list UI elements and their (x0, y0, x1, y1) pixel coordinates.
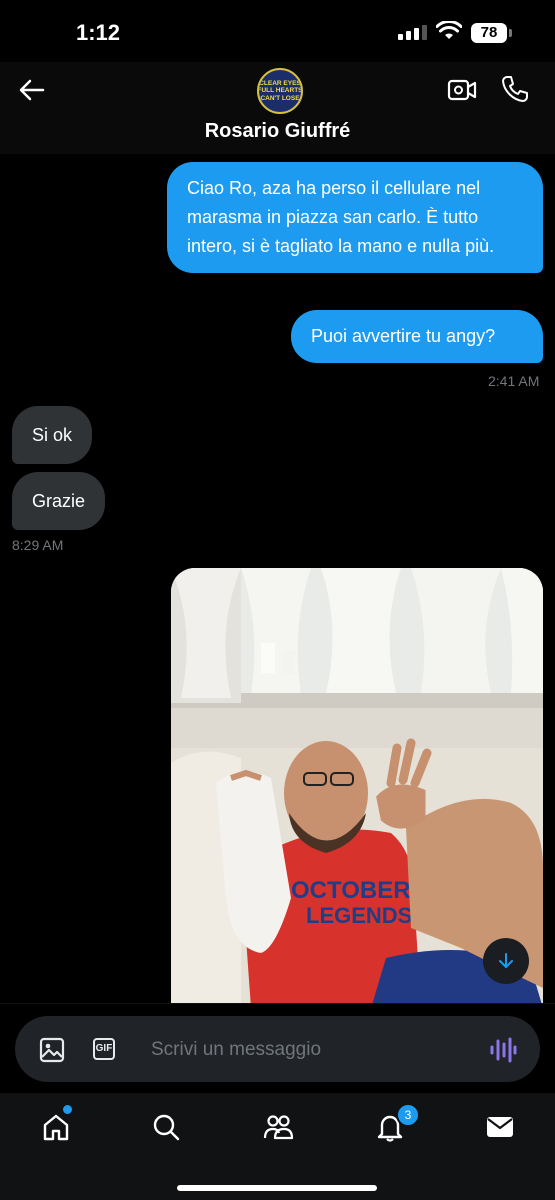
communities-icon (263, 1115, 294, 1140)
battery-indicator: 78 (471, 23, 507, 43)
tab-messages[interactable] (480, 1107, 520, 1147)
home-icon (43, 1114, 69, 1141)
voice-message-icon[interactable] (489, 1037, 517, 1063)
conversation-header: CLEAR EYES FULL HEARTS CAN'T LOSE Rosari… (0, 62, 555, 154)
search-icon (153, 1114, 180, 1141)
photo-image: OCTOBER LEGENDS (171, 568, 543, 1008)
svg-text:OCTOBER: OCTOBER (291, 877, 411, 904)
video-call-icon[interactable] (447, 76, 477, 104)
cellular-signal-icon (398, 25, 427, 40)
arrow-down-icon (499, 953, 513, 968)
message-text: Ciao Ro, aza ha perso il cellulare nel m… (187, 178, 495, 256)
wifi-icon (436, 21, 462, 39)
avatar-text-3: CAN'T LOSE (260, 94, 300, 102)
status-bar: 1:12 78 (0, 0, 555, 62)
home-indicator (177, 1185, 377, 1191)
notifications-badge: 3 (396, 1103, 420, 1127)
message-timestamp: 2:41 AM (488, 373, 540, 389)
composer: GIF (15, 1016, 540, 1082)
contact-name[interactable]: Rosario Giuffré (0, 120, 555, 143)
outgoing-message[interactable]: Puoi avvertire tu angy? (291, 310, 543, 363)
avatar[interactable]: CLEAR EYES FULL HEARTS CAN'T LOSE (257, 68, 303, 114)
incoming-message[interactable]: Grazie (12, 472, 106, 530)
tab-communities[interactable] (258, 1107, 298, 1147)
message-text: Si ok (32, 425, 73, 445)
avatar-text-1: CLEAR EYES (259, 79, 301, 87)
photo-message[interactable]: OCTOBER LEGENDS (171, 568, 543, 1008)
composer-area: GIF (0, 1003, 555, 1094)
image-icon[interactable] (39, 1037, 65, 1063)
outgoing-message[interactable]: Ciao Ro, aza ha perso il cellulare nel m… (167, 162, 543, 273)
svg-text:LEGENDS: LEGENDS (306, 903, 412, 928)
message-input[interactable] (149, 1028, 473, 1072)
message-text: Grazie (32, 491, 86, 511)
scroll-to-bottom-button[interactable] (483, 938, 529, 984)
message-text: Puoi avvertire tu angy? (311, 326, 496, 346)
home-unread-dot (61, 1103, 74, 1116)
back-arrow-icon[interactable] (18, 76, 46, 104)
battery-tip (509, 29, 512, 37)
incoming-message[interactable]: Si ok (12, 406, 93, 464)
mail-icon (487, 1117, 513, 1137)
tab-bar (0, 1093, 555, 1200)
gif-icon[interactable]: GIF (93, 1038, 115, 1060)
avatar-text-2: FULL HEARTS (257, 87, 303, 95)
phone-call-icon[interactable] (500, 74, 530, 104)
tab-search[interactable] (146, 1107, 186, 1147)
status-time: 1:12 (76, 20, 121, 45)
message-timestamp: 8:29 AM (12, 537, 64, 553)
